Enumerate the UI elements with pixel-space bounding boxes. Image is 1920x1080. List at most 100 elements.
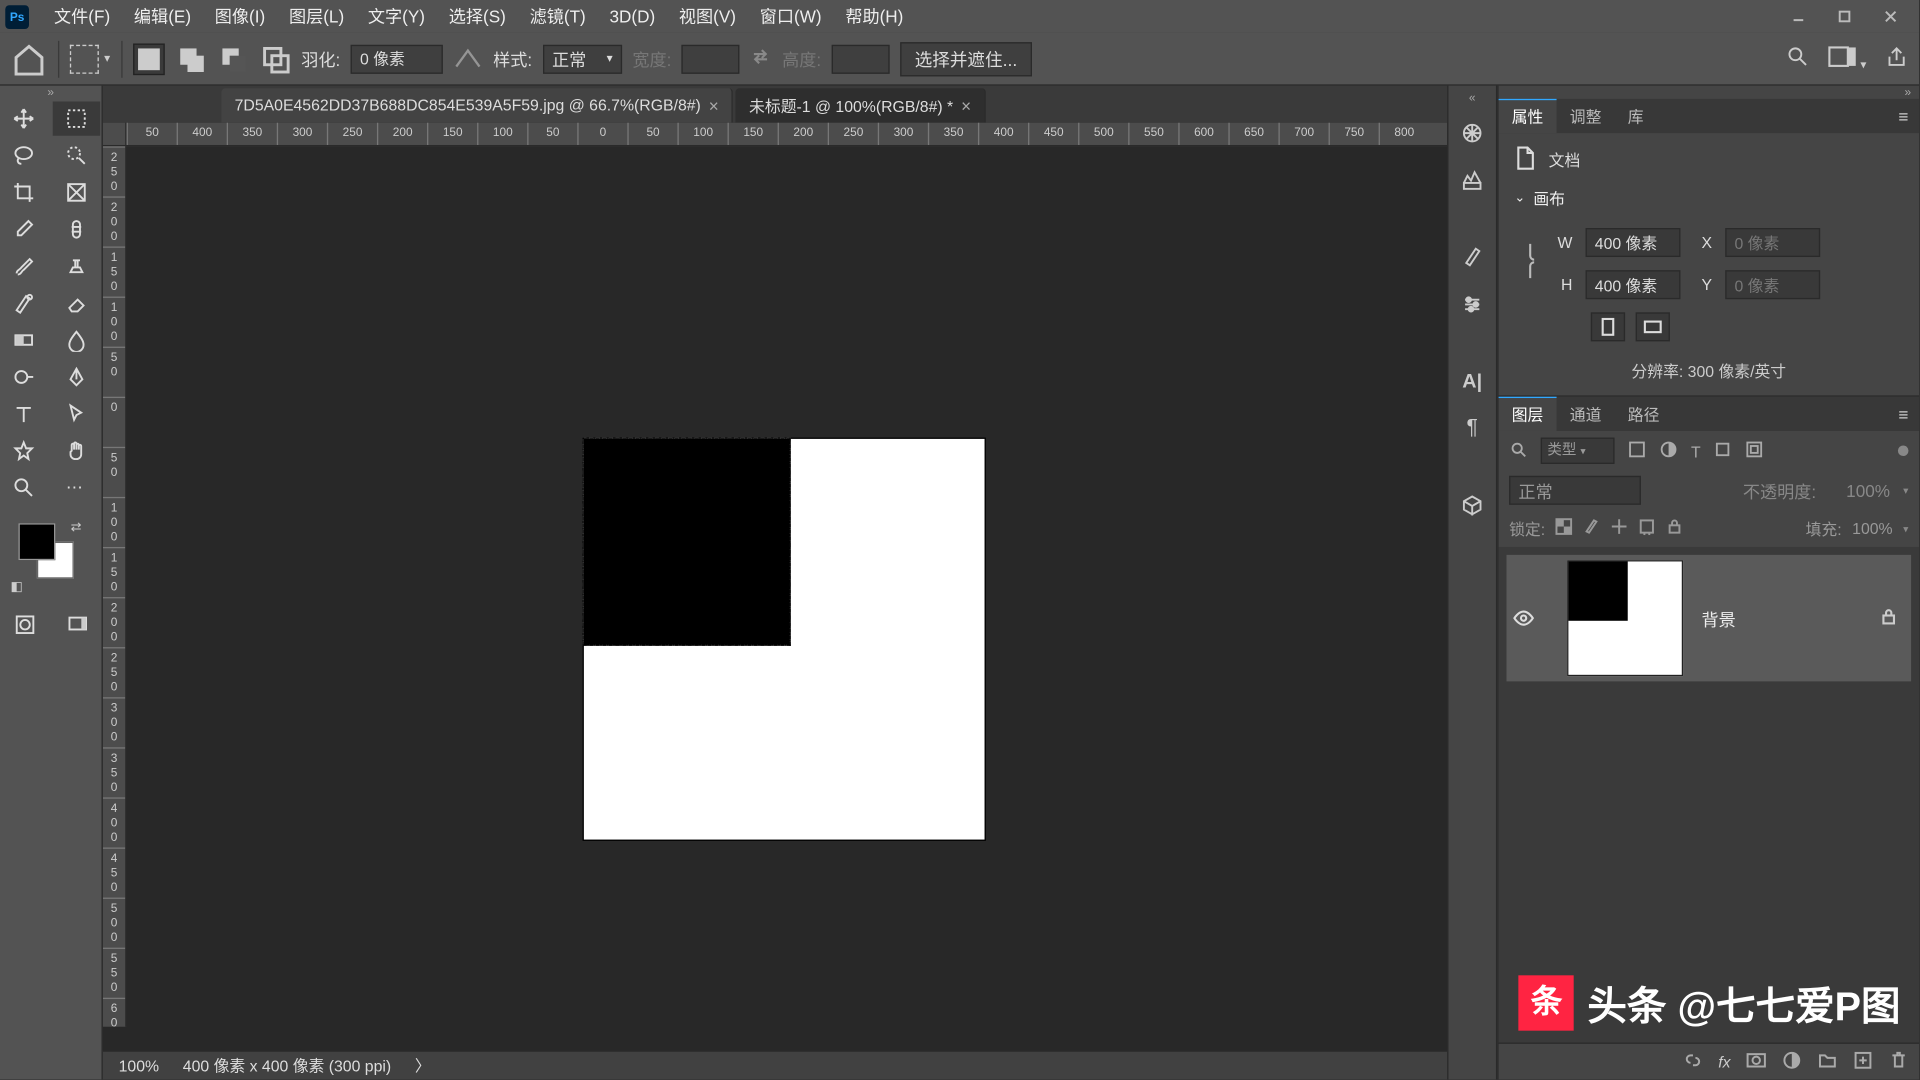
home-button[interactable] <box>11 40 48 77</box>
type-tool[interactable] <box>0 397 47 431</box>
document-tab[interactable]: 7D5A0E4562DD37B688DC854E539A5F59.jpg @ 6… <box>221 88 733 122</box>
layer-lock-icon[interactable] <box>1879 607 1897 629</box>
3d-panel-icon[interactable] <box>1454 486 1491 523</box>
properties-tab[interactable]: 属性 <box>1499 99 1557 133</box>
lasso-tool[interactable] <box>0 138 47 172</box>
libraries-tab[interactable]: 库 <box>1615 99 1657 133</box>
panel-menu-icon[interactable]: ≡ <box>1888 106 1919 126</box>
filter-toggle[interactable] <box>1898 445 1909 456</box>
gradient-tool[interactable] <box>0 323 47 357</box>
menu-edit[interactable]: 编辑(E) <box>122 0 203 33</box>
menu-type[interactable]: 文字(Y) <box>356 0 437 33</box>
opacity-value[interactable]: 100% <box>1829 480 1890 500</box>
menu-image[interactable]: 图像(I) <box>203 0 277 33</box>
layer-filter-type[interactable]: 类型 ▾ <box>1541 438 1615 464</box>
menu-file[interactable]: 文件(F) <box>42 0 122 33</box>
horizontal-ruler[interactable]: 5040035030025020015010050050100150200250… <box>127 123 1448 147</box>
current-tool-indicator[interactable]: ▾ <box>70 44 110 73</box>
document-dimensions[interactable]: 400 像素 x 400 像素 (300 ppi) <box>183 1054 391 1076</box>
quick-selection-tool[interactable] <box>52 138 99 172</box>
layer-name[interactable]: 背景 <box>1702 606 1861 631</box>
vertical-ruler[interactable]: 2502001501005005010015020025030035040045… <box>103 146 127 1026</box>
feather-input[interactable] <box>351 44 443 73</box>
menu-window[interactable]: 窗口(W) <box>748 0 834 33</box>
close-tab-icon[interactable]: × <box>961 96 971 116</box>
delete-layer-icon[interactable] <box>1889 1050 1909 1074</box>
adjustments-tab[interactable]: 调整 <box>1557 99 1615 133</box>
color-panel-icon[interactable] <box>1454 115 1491 152</box>
selection-add[interactable] <box>175 43 207 75</box>
layer-row[interactable]: 背景 <box>1506 555 1911 682</box>
selection-subtract[interactable] <box>217 43 249 75</box>
menu-3d[interactable]: 3D(D) <box>598 0 667 33</box>
paths-tab[interactable]: 路径 <box>1615 397 1673 431</box>
fill-value[interactable]: 100% <box>1852 519 1892 537</box>
brush-tool[interactable] <box>0 249 47 283</box>
dock-expand[interactable]: « <box>1469 91 1476 104</box>
close-tab-icon[interactable]: × <box>709 96 719 116</box>
lock-all-icon[interactable] <box>1666 518 1683 539</box>
zoom-tool[interactable] <box>0 471 47 505</box>
foreground-color[interactable] <box>18 523 55 560</box>
brushes-panel-icon[interactable] <box>1454 239 1491 276</box>
edit-toolbar[interactable]: ⋯ <box>52 471 99 505</box>
swap-colors-icon[interactable]: ⇄ <box>71 521 82 535</box>
panels-collapse[interactable]: » <box>1499 86 1919 99</box>
menu-help[interactable]: 帮助(H) <box>833 0 915 33</box>
blend-mode-select[interactable]: 正常 <box>1509 476 1641 505</box>
adjustments-panel-icon[interactable] <box>1454 286 1491 323</box>
toolbox-expand[interactable]: » <box>0 86 101 99</box>
canvas-section-header[interactable]: ⌄画布 <box>1514 187 1903 209</box>
orientation-portrait[interactable] <box>1591 312 1625 341</box>
window-minimize[interactable] <box>1775 0 1821 33</box>
history-brush-tool[interactable] <box>0 286 47 320</box>
lock-artboard-icon[interactable] <box>1639 518 1656 539</box>
pen-tool[interactable] <box>52 360 99 394</box>
add-mask-icon[interactable] <box>1746 1050 1766 1074</box>
default-colors-icon[interactable]: ◧ <box>11 580 23 594</box>
quick-mask-toggle[interactable] <box>1 608 48 642</box>
eraser-tool[interactable] <box>52 286 99 320</box>
canvas-area[interactable]: 5040035030025020015010050050100150200250… <box>103 123 1447 1051</box>
menu-layer[interactable]: 图层(L) <box>277 0 356 33</box>
menu-view[interactable]: 视图(V) <box>667 0 748 33</box>
shape-tool[interactable] <box>0 434 47 468</box>
filter-search-icon[interactable] <box>1509 440 1527 462</box>
new-layer-icon[interactable] <box>1853 1050 1873 1074</box>
layer-thumbnail[interactable] <box>1567 560 1683 676</box>
antialias-icon[interactable] <box>454 44 483 73</box>
color-swatches[interactable]: ⇄ ◧ <box>18 523 84 594</box>
orientation-landscape[interactable] <box>1636 312 1670 341</box>
selection-new[interactable] <box>133 43 165 75</box>
hand-tool[interactable] <box>52 434 99 468</box>
document-tab[interactable]: 未标题-1 @ 100%(RGB/8#) *× <box>736 88 986 122</box>
blur-tool[interactable] <box>52 323 99 357</box>
link-layers-icon[interactable] <box>1683 1050 1703 1074</box>
search-icon[interactable] <box>1787 45 1811 73</box>
canvas[interactable] <box>584 439 985 840</box>
style-select[interactable]: 正常▾ <box>543 44 622 73</box>
ruler-origin[interactable] <box>103 123 127 147</box>
status-more-icon[interactable]: 〉 <box>415 1054 431 1076</box>
character-panel-icon[interactable]: A| <box>1454 362 1491 399</box>
select-and-mask-button[interactable]: 选择并遮住... <box>900 42 1031 76</box>
share-icon[interactable] <box>1885 45 1909 73</box>
menu-filter[interactable]: 滤镜(T) <box>518 0 598 33</box>
selection-intersect[interactable] <box>259 43 291 75</box>
channels-tab[interactable]: 通道 <box>1557 397 1615 431</box>
paragraph-panel-icon[interactable]: ¶ <box>1454 410 1491 447</box>
dodge-tool[interactable] <box>0 360 47 394</box>
lock-pixels-icon[interactable] <box>1583 518 1600 539</box>
new-group-icon[interactable] <box>1818 1050 1838 1074</box>
swatches-panel-icon[interactable] <box>1454 162 1491 199</box>
layer-fx-icon[interactable]: fx <box>1718 1052 1730 1072</box>
screen-mode-toggle[interactable] <box>53 608 100 642</box>
canvas-height-input[interactable] <box>1586 270 1681 299</box>
filter-adjust-icon[interactable] <box>1659 440 1677 462</box>
filter-shape-icon[interactable] <box>1714 440 1732 462</box>
lock-position-icon[interactable] <box>1611 518 1628 539</box>
zoom-level[interactable]: 100% <box>119 1056 159 1074</box>
layers-tab[interactable]: 图层 <box>1499 397 1557 431</box>
rectangular-marquee-tool[interactable] <box>52 101 99 135</box>
filter-pixel-icon[interactable] <box>1628 440 1646 462</box>
